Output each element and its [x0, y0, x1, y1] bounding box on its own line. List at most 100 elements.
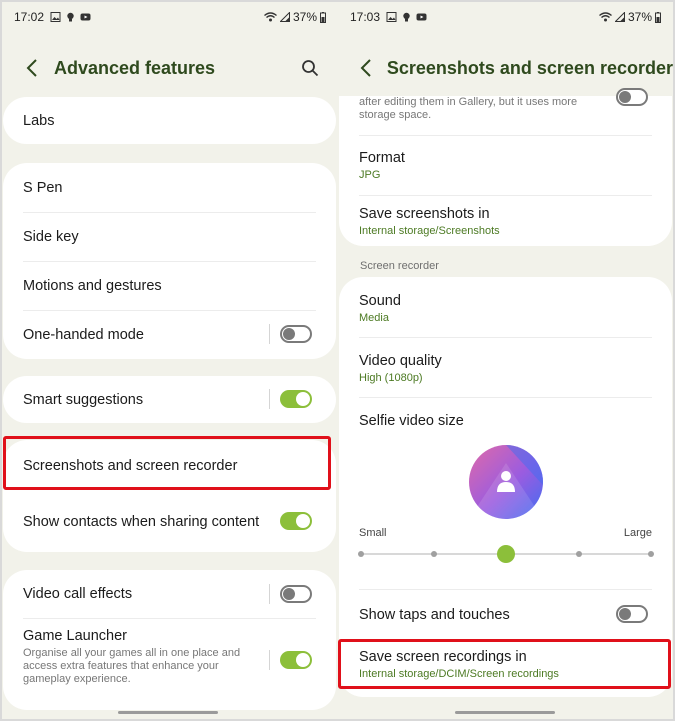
highlight-box	[338, 639, 671, 689]
section-header-screen-recorder: Screen recorder	[360, 260, 439, 272]
back-button[interactable]	[354, 54, 379, 82]
slider-step	[358, 551, 364, 557]
partial-setting-toggle[interactable]	[616, 88, 648, 106]
battery-percent: 37%	[627, 10, 652, 24]
selfie-size-item: Selfie video size	[359, 413, 652, 429]
one-handed-item[interactable]: One-handed mode	[23, 310, 316, 359]
left-screen: 17:02 37% Advanced features Labs S Pen S…	[2, 2, 338, 719]
divider	[23, 618, 316, 619]
signal-icon	[614, 12, 625, 22]
status-time: 17:02	[14, 10, 45, 24]
divider	[359, 337, 652, 338]
format-item[interactable]: Format JPG	[359, 150, 652, 181]
s-pen-item[interactable]: S Pen	[23, 163, 316, 212]
labs-item[interactable]: Labs	[23, 97, 316, 144]
show-taps-toggle[interactable]	[616, 605, 648, 623]
app-bar: Advanced features	[2, 50, 338, 86]
divider	[359, 397, 652, 398]
game-launcher-item[interactable]: Game Launcher Organise all your games al…	[23, 628, 256, 686]
search-button[interactable]	[296, 54, 324, 82]
video-quality-value: High (1080p)	[359, 372, 423, 384]
side-key-item[interactable]: Side key	[23, 212, 316, 261]
one-handed-toggle[interactable]	[280, 325, 312, 343]
wifi-icon	[264, 12, 277, 22]
home-indicator[interactable]	[455, 711, 555, 714]
save-screenshots-item[interactable]: Save screenshots in Internal storage/Scr…	[359, 206, 652, 237]
status-bar: 17:03 37%	[338, 2, 673, 32]
video-call-item[interactable]: Video call effects	[23, 570, 316, 618]
slider-thumb[interactable]	[497, 545, 515, 563]
wifi-icon	[599, 12, 612, 22]
sound-label: Sound	[359, 293, 401, 309]
gallery-icon	[386, 12, 397, 22]
show-contacts-toggle[interactable]	[280, 512, 312, 530]
show-taps-item[interactable]: Show taps and touches	[359, 597, 652, 633]
status-bar: 17:02 37%	[2, 2, 338, 32]
partial-setting-item[interactable]: after editing them in Gallery, but it us…	[359, 96, 608, 122]
game-launcher-toggle[interactable]	[280, 651, 312, 669]
back-icon	[361, 59, 372, 77]
status-time: 17:03	[350, 10, 381, 24]
save-screenshots-label: Save screenshots in	[359, 206, 490, 222]
side-key-label: Side key	[23, 228, 79, 245]
battery-icon	[320, 11, 326, 23]
separator	[269, 324, 270, 344]
gallery-icon	[50, 12, 61, 22]
format-label: Format	[359, 150, 405, 166]
save-screenshots-value: Internal storage/Screenshots	[359, 225, 500, 237]
page-title: Advanced features	[54, 57, 216, 78]
format-value: JPG	[359, 169, 381, 181]
selfie-size-label: Selfie video size	[359, 413, 464, 429]
separator	[269, 584, 270, 604]
page-title: Screenshots and screen recorder	[386, 57, 673, 78]
game-launcher-label: Game Launcher	[23, 628, 127, 644]
search-icon	[302, 60, 319, 77]
sound-item[interactable]: Sound Media	[359, 293, 652, 324]
video-call-toggle[interactable]	[280, 585, 312, 603]
controls-card: S Pen Side key Motions and gestures One-…	[3, 163, 336, 359]
slider-max-label: Large	[623, 527, 652, 539]
show-taps-label: Show taps and touches	[359, 607, 510, 623]
back-button[interactable]	[18, 54, 46, 82]
show-contacts-label: Show contacts when sharing content	[23, 514, 260, 530]
youtube-icon	[416, 13, 427, 21]
show-contacts-item[interactable]: Show contacts when sharing content	[23, 496, 276, 548]
back-icon	[26, 59, 37, 77]
partial-description: after editing them in Gallery, but it us…	[359, 96, 578, 121]
divider	[359, 195, 652, 196]
highlight-box	[3, 436, 331, 490]
app-bar: Screenshots and screen recorder	[338, 50, 673, 86]
recorder-card: Sound Media Video quality High (1080p) S…	[339, 277, 672, 697]
person-icon	[497, 471, 515, 492]
bulb-icon	[403, 12, 410, 22]
one-handed-label: One-handed mode	[23, 326, 144, 343]
selfie-preview	[469, 445, 543, 519]
video-quality-label: Video quality	[359, 353, 442, 369]
smart-suggestions-item[interactable]: Smart suggestions	[23, 376, 316, 423]
bulb-icon	[67, 12, 74, 22]
smart-suggestions-toggle[interactable]	[280, 390, 312, 408]
s-pen-label: S Pen	[23, 179, 63, 196]
battery-icon	[655, 11, 661, 23]
slider-step	[648, 551, 654, 557]
labs-card: Labs	[3, 97, 336, 144]
separator	[269, 650, 270, 670]
slider-step	[575, 551, 582, 557]
smart-suggestions-card: Smart suggestions	[3, 376, 336, 423]
motions-item[interactable]: Motions and gestures	[23, 261, 316, 310]
media-card: Video call effects Game Launcher Organis…	[3, 570, 336, 710]
youtube-icon	[80, 13, 91, 21]
separator	[269, 389, 270, 409]
sound-value: Media	[359, 312, 389, 324]
slider-step	[430, 551, 437, 557]
battery-percent: 37%	[292, 10, 317, 24]
divider	[359, 135, 652, 136]
divider	[359, 589, 652, 590]
screenshots-card: after editing them in Gallery, but it us…	[339, 88, 672, 246]
game-launcher-description: Organise all your games all in one place…	[23, 647, 241, 685]
video-quality-item[interactable]: Video quality High (1080p)	[359, 353, 652, 384]
labs-label: Labs	[23, 112, 55, 129]
right-screen: 17:03 37% Screenshots and screen recorde…	[338, 2, 673, 719]
home-indicator[interactable]	[118, 711, 218, 714]
motions-label: Motions and gestures	[23, 277, 162, 294]
